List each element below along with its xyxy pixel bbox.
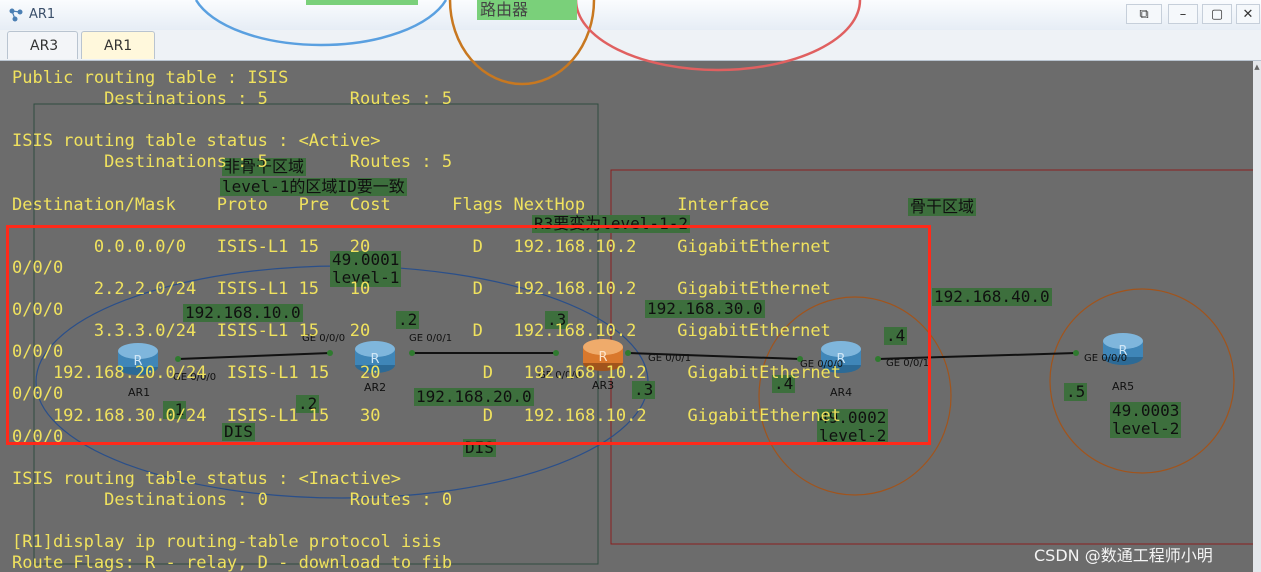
window-titlebar: AR1 ⧉ – ▢ ✕ [0, 0, 1261, 31]
area-ar5-note: 49.0003 level-2 [1110, 401, 1182, 438]
minimize-button[interactable]: – [1168, 4, 1198, 24]
ip-suffix-label: .5 [1064, 382, 1088, 401]
watermark: CSDN @数通工程师小明 [1034, 546, 1213, 565]
console-panel[interactable]: R R R R R AR1 AR2 AR3 AR4 AR5 GE 0/0/0 G… [0, 61, 1253, 572]
topology-icon [9, 8, 23, 22]
restore-window-button[interactable]: ⧉ [1126, 4, 1162, 24]
window-title: AR1 [29, 7, 56, 22]
background-label: 路由器 [480, 0, 529, 19]
highlight-box [6, 225, 931, 445]
maximize-button[interactable]: ▢ [1202, 4, 1232, 24]
router-name-ar5: AR5 [1112, 380, 1135, 393]
close-button[interactable]: ✕ [1236, 4, 1260, 24]
ar5-interface-label: GE 0/0/0 [1084, 353, 1128, 364]
ar5-area-ellipse [1049, 288, 1235, 474]
tab-ar1[interactable]: AR1 [81, 31, 155, 59]
backbone-note: 骨干区域 [908, 197, 977, 216]
tab-ar3[interactable]: AR3 [7, 31, 78, 59]
scroll-up-arrow-icon[interactable]: ▲ [1253, 63, 1261, 71]
vertical-scrollbar[interactable]: ▲ [1253, 61, 1261, 572]
network-40-note: 192.168.40.0 [932, 287, 1052, 306]
tab-bar: AR3 AR1 [0, 30, 1261, 61]
